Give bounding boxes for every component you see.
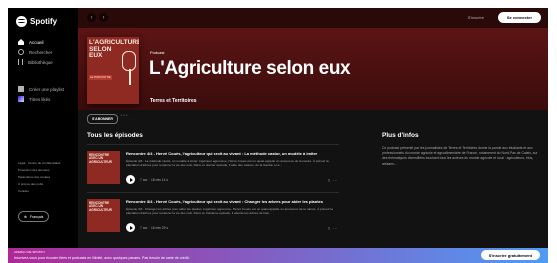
spotify-logo[interactable]: Spotify: [16, 16, 57, 27]
nav-item-search[interactable]: Rechercher: [18, 47, 53, 57]
episode-meta: 7 avr. · 16 min 29 s: [140, 226, 169, 230]
more-options-icon[interactable]: ···: [120, 112, 129, 119]
spotify-icon: [16, 16, 27, 27]
microphone-icon: [122, 51, 136, 71]
episode-row[interactable]: RENCONTRE AVEC UN AGRICULTEUR Rencontre …: [87, 144, 339, 191]
globe-icon: ⊕: [24, 214, 27, 219]
nav-item-library[interactable]: Bibliothèque: [18, 57, 53, 67]
action-bar: S'ABONNER ···: [78, 110, 548, 128]
episode-title[interactable]: Rencontre 4/4 - Hervé Coués, l'agriculte…: [126, 151, 338, 156]
cover-subtitle: LE PODCAST DE: [89, 75, 112, 80]
spotify-app: Spotify Accueil Rechercher Bibliothèque …: [8, 8, 548, 248]
main-view: ‹ › S'inscrire Se connecter L'AGRICULTUR…: [78, 8, 548, 248]
signup-banner: APERÇU DE SPOTIFY Inscrivez-vous pour éc…: [8, 248, 548, 263]
main-nav: Accueil Rechercher Bibliothèque: [18, 37, 53, 67]
language-label: Français: [29, 214, 44, 219]
podcast-header: L'AGRICULTURE SELON EUX LE PODCAST DE Po…: [78, 28, 548, 110]
topbar: ‹ › S'inscrire Se connecter: [78, 8, 548, 28]
banner-kicker: APERÇU DE SPOTIFY: [14, 250, 46, 254]
episode-row[interactable]: RENCONTRE AVEC UN AGRICULTEUR Rencontre …: [87, 192, 339, 239]
search-icon: [18, 49, 24, 55]
about-description: Ce podcast présenté par les journalistes…: [382, 146, 538, 166]
footer-link-legal[interactable]: Légal · Centre de confidentialité: [18, 160, 60, 167]
login-button[interactable]: Se connecter: [497, 12, 541, 23]
nav-item-label: Rechercher: [29, 49, 53, 55]
about-heading: Plus d'infos: [382, 132, 419, 139]
spotify-wordmark: Spotify: [30, 17, 58, 26]
podcast-title: L'Agriculture selon eux: [149, 58, 351, 79]
more-options-icon[interactable]: ···: [333, 226, 337, 231]
episode-actions: ⇪ ···: [327, 178, 337, 183]
playlist-actions: Créer une playlist Titres likés: [18, 84, 64, 104]
more-options-icon[interactable]: ···: [333, 178, 337, 183]
nav-item-label: Accueil: [29, 39, 44, 45]
episode-description: Épisode 4/4 : La méthode castor, un modè…: [126, 159, 329, 168]
home-icon: [18, 39, 24, 45]
footer-link-cookie-settings[interactable]: Paramètres des cookies: [18, 174, 60, 181]
episode-meta: 7 avr. · 18 min 14 s: [140, 178, 169, 182]
signup-free-button[interactable]: S'inscrire gratuitement: [480, 250, 540, 260]
follow-button[interactable]: S'ABONNER: [87, 114, 118, 124]
forward-arrow-icon[interactable]: ›: [99, 13, 108, 22]
share-icon[interactable]: ⇪: [327, 178, 330, 183]
sidebar: Spotify Accueil Rechercher Bibliothèque …: [8, 8, 78, 248]
plus-icon: [18, 86, 24, 92]
episode-title[interactable]: Rencontre 3/4 - Hervé Coués, l'agriculte…: [126, 199, 338, 204]
podcast-cover: L'AGRICULTURE SELON EUX LE PODCAST DE: [87, 37, 139, 104]
share-icon[interactable]: ⇪: [327, 226, 330, 231]
microphone-stand: [129, 69, 131, 85]
episode-thumbnail: RENCONTRE AVEC UN AGRICULTEUR: [87, 151, 120, 184]
heart-icon: [18, 96, 24, 102]
liked-songs-label: Titres likés: [29, 96, 51, 102]
cover-title: L'AGRICULTURE SELON EUX: [89, 39, 139, 59]
signup-link[interactable]: S'inscrire: [468, 15, 484, 20]
library-icon: [18, 59, 23, 65]
language-button[interactable]: ⊕ Français: [18, 211, 50, 222]
podcast-kicker: Podcast: [150, 50, 165, 55]
episode-description: Épisode 3/4 : Changer les arbres pour ai…: [126, 207, 333, 216]
back-arrow-icon[interactable]: ‹: [87, 13, 96, 22]
create-playlist-label: Créer une playlist: [29, 86, 65, 92]
nav-item-home[interactable]: Accueil: [18, 37, 53, 47]
footer-link-cookies[interactable]: Cookies: [18, 188, 60, 195]
create-playlist-button[interactable]: Créer une playlist: [18, 84, 64, 94]
footer-link-privacy[interactable]: Protection des données: [18, 167, 60, 174]
liked-songs-button[interactable]: Titres likés: [18, 94, 64, 104]
episode-actions: ⇪ ···: [327, 226, 337, 231]
footer-links: Légal · Centre de confidentialité Protec…: [18, 160, 60, 195]
play-button[interactable]: [126, 223, 135, 232]
nav-item-label: Bibliothèque: [28, 59, 53, 65]
podcast-publisher[interactable]: Terres et Territoires: [150, 98, 197, 104]
episodes-heading: Tous les épisodes: [87, 132, 143, 139]
banner-text: Inscrivez-vous pour écouter titres et po…: [14, 256, 190, 260]
footer-link-ads[interactable]: À propos des pubs: [18, 181, 60, 188]
episode-thumbnail: RENCONTRE AVEC UN AGRICULTEUR: [87, 199, 120, 232]
play-button[interactable]: [126, 175, 135, 184]
